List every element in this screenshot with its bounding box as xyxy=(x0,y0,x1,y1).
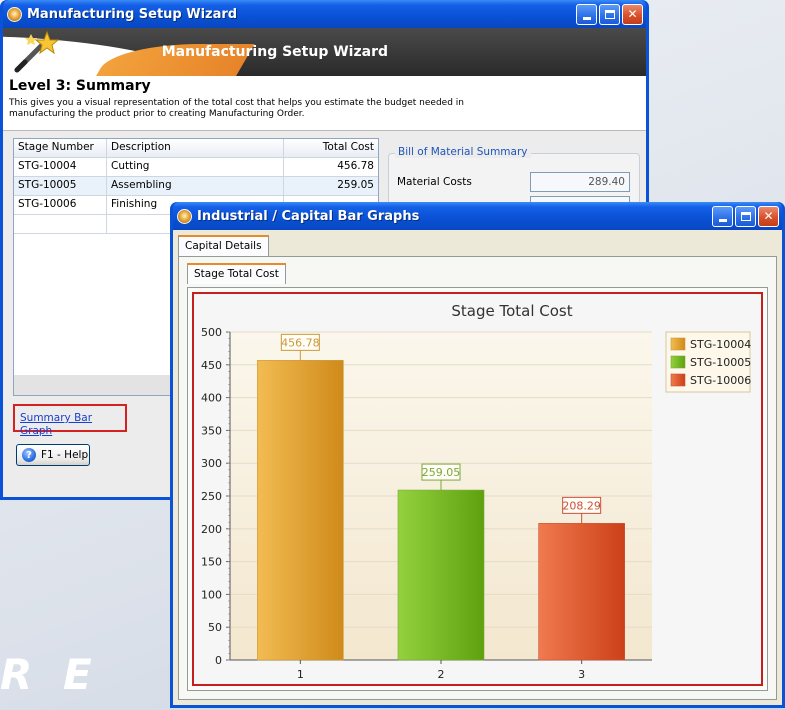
close-button[interactable]: ✕ xyxy=(758,205,779,227)
maximize-icon xyxy=(740,211,751,221)
material-costs-field[interactable]: 289.40 xyxy=(530,172,630,192)
table-row[interactable]: STG-10004 Cutting 456.78 xyxy=(14,158,378,177)
chart-title: Stage Total Cost xyxy=(451,302,572,320)
close-icon: ✕ xyxy=(763,209,774,223)
y-tick-label: 400 xyxy=(201,392,222,405)
y-tick-label: 200 xyxy=(201,523,222,536)
chart-frame: Stage Total Cost 0 50 100 150 200 250 300 350 400… xyxy=(192,292,763,686)
help-button-label: F1 - Help xyxy=(41,449,89,461)
wizard-banner: Manufacturing Setup Wizard xyxy=(3,28,646,76)
wizard-title: Manufacturing Setup Wizard xyxy=(27,6,238,22)
app-icon xyxy=(177,208,192,224)
legend-entry: STG-10006 xyxy=(690,374,751,387)
graph-titlebar[interactable]: Industrial / Capital Bar Graphs ✕ xyxy=(173,202,782,230)
column-header-stage-number[interactable]: Stage Number xyxy=(14,139,107,157)
x-tick-label: 3 xyxy=(578,668,585,681)
wizard-titlebar[interactable]: Manufacturing Setup Wizard ✕ xyxy=(3,0,646,28)
summary-link-highlight: Summary Bar Graph xyxy=(13,404,127,437)
cell-description: Assembling xyxy=(107,177,284,195)
cell-stage-number: STG-10004 xyxy=(14,158,107,176)
column-header-description[interactable]: Description xyxy=(107,139,284,157)
graph-client: Capital Details Stage Total Cost Stage T… xyxy=(173,230,782,705)
banner-title: Manufacturing Setup Wizard xyxy=(161,44,388,60)
legend-swatch xyxy=(670,355,686,369)
step-description: This gives you a visual representation o… xyxy=(9,98,464,119)
legend-swatch xyxy=(670,337,686,351)
outer-tab-strip: Capital Details xyxy=(178,235,777,257)
bar-chart: Stage Total Cost 0 50 100 150 200 250 300 350 400… xyxy=(201,302,751,681)
grid-header-row: Stage Number Description Total Cost xyxy=(14,139,378,158)
minimize-icon xyxy=(582,16,591,20)
help-icon: ? xyxy=(22,448,36,462)
step-heading: Level 3: Summary xyxy=(9,78,151,94)
y-tick-label: 450 xyxy=(201,359,222,372)
tab-capital-details[interactable]: Capital Details xyxy=(178,235,269,256)
data-label: 456.78 xyxy=(281,336,320,349)
cell-stage-number: STG-10006 xyxy=(14,196,107,214)
graph-window: Industrial / Capital Bar Graphs ✕ Capita… xyxy=(170,202,785,708)
bar-1 xyxy=(257,360,344,661)
capital-details-panel: Stage Total Cost Stage Total Cost 0 50 100 1… xyxy=(178,256,777,700)
legend-entry: STG-10004 xyxy=(690,338,751,351)
desktop-background-text: R E xyxy=(0,650,100,699)
cell-total-cost: 259.05 xyxy=(337,179,374,191)
cell-stage-number: STG-10005 xyxy=(14,177,107,195)
maximize-icon xyxy=(604,9,615,19)
x-tick-label: 2 xyxy=(438,668,445,681)
close-icon: ✕ xyxy=(627,7,638,21)
column-header-total-cost[interactable]: Total Cost xyxy=(284,139,378,157)
close-button[interactable]: ✕ xyxy=(622,3,643,25)
stage-total-cost-panel: Stage Total Cost 0 50 100 150 200 250 300 350 400… xyxy=(187,287,768,691)
y-tick-label: 100 xyxy=(201,588,222,601)
y-tick-label: 500 xyxy=(201,326,222,339)
graph-window-title: Industrial / Capital Bar Graphs xyxy=(197,208,420,224)
y-tick-label: 250 xyxy=(201,490,222,503)
y-tick-label: 0 xyxy=(215,654,222,667)
bar-2 xyxy=(397,489,485,661)
bar-3 xyxy=(538,523,625,661)
y-tick-label: 350 xyxy=(201,424,222,437)
maximize-button[interactable] xyxy=(599,3,620,25)
data-label: 208.29 xyxy=(562,499,601,512)
cell-description: Cutting xyxy=(107,158,284,176)
y-tick-label: 50 xyxy=(208,621,222,634)
data-label: 259.05 xyxy=(422,466,461,479)
y-tick-label: 300 xyxy=(201,457,222,470)
tab-stage-total-cost[interactable]: Stage Total Cost xyxy=(187,263,286,284)
help-button[interactable]: ? F1 - Help xyxy=(16,444,90,466)
legend-entry: STG-10005 xyxy=(690,356,751,369)
minimize-button[interactable] xyxy=(576,3,597,25)
minimize-button[interactable] xyxy=(712,205,733,227)
magic-wand-icon xyxy=(14,30,60,73)
x-tick-label: 1 xyxy=(297,668,304,681)
table-row[interactable]: STG-10005 Assembling 259.05 xyxy=(14,177,378,196)
material-costs-label: Material Costs xyxy=(397,176,472,188)
legend-swatch xyxy=(670,373,686,387)
minimize-icon xyxy=(718,218,727,222)
maximize-button[interactable] xyxy=(735,205,756,227)
bom-summary-title: Bill of Material Summary xyxy=(395,146,531,158)
y-tick-label: 150 xyxy=(201,556,222,569)
app-icon xyxy=(7,6,22,22)
cell-empty xyxy=(14,215,107,233)
cell-total-cost: 456.78 xyxy=(337,160,374,172)
